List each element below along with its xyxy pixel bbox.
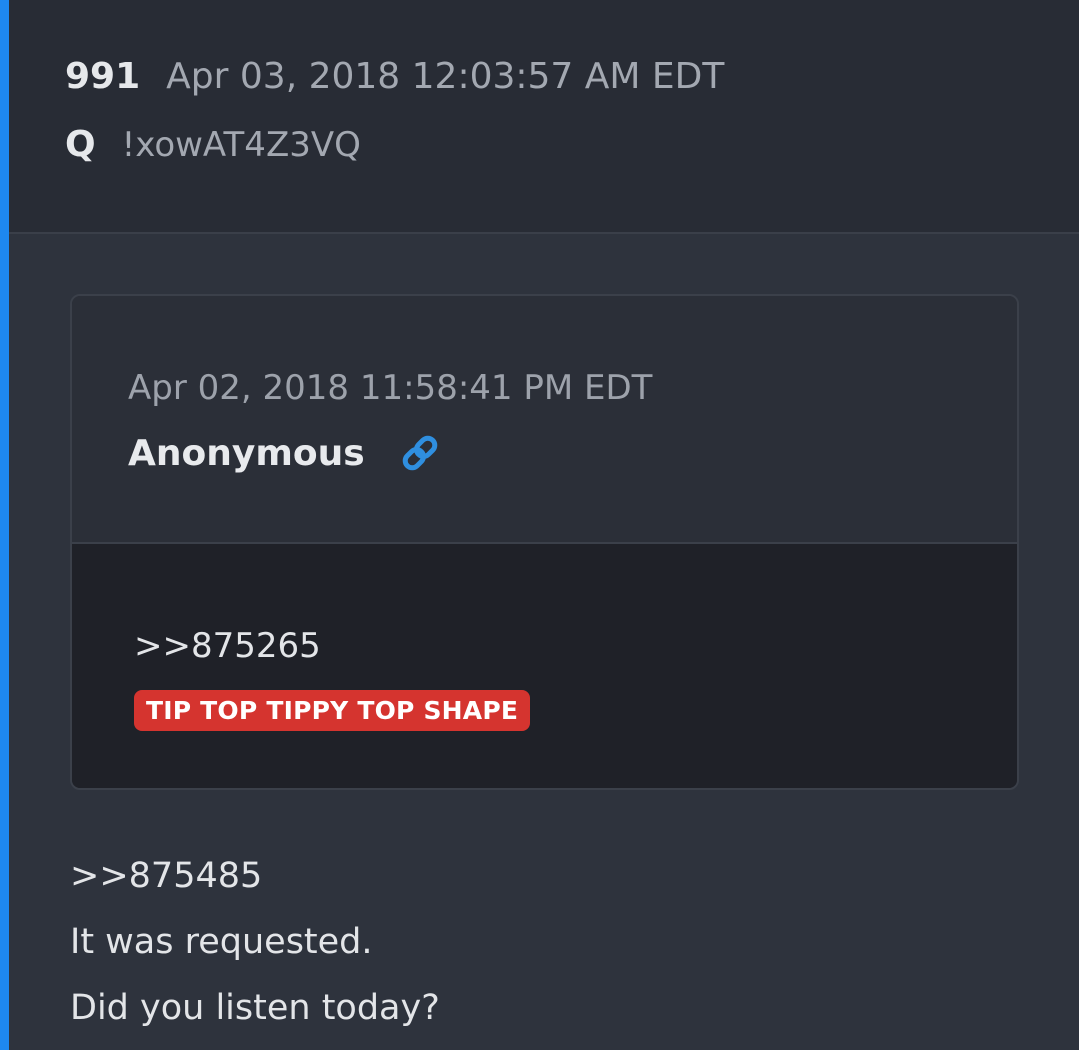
quoted-post-author: Anonymous [128, 432, 365, 474]
shout-badge: TIP TOP TIPPY TOP SHAPE [134, 690, 531, 731]
quoted-post-card: Apr 02, 2018 11:58:41 PM EDT Anonymous >… [70, 294, 1019, 790]
post-author: Q [65, 124, 96, 165]
post-tripcode: !xowAT4Z3VQ [121, 125, 361, 165]
post-number[interactable]: 991 [65, 56, 140, 97]
link-icon-svg [402, 435, 437, 471]
quoted-post-author-row: Anonymous [128, 432, 441, 474]
post-timestamp: Apr 03, 2018 12:03:57 AM EDT [166, 56, 725, 97]
link-icon[interactable] [399, 432, 441, 474]
post-accent-bar [0, 0, 9, 1050]
quoted-post-header: Apr 02, 2018 11:58:41 PM EDT Anonymous [72, 296, 1017, 544]
post-body-line: It was requested. [70, 922, 373, 962]
post-author-row: Q !xowAT4Z3VQ [65, 124, 361, 165]
quoted-post-reference-link[interactable]: >>875265 [134, 626, 321, 666]
post-header: 991 Apr 03, 2018 12:03:57 AM EDT Q !xowA… [9, 0, 1079, 234]
quoted-post-body: >>875265 TIP TOP TIPPY TOP SHAPE [72, 544, 1017, 788]
post-card: 991 Apr 03, 2018 12:03:57 AM EDT Q !xowA… [0, 0, 1079, 1050]
quoted-post-timestamp: Apr 02, 2018 11:58:41 PM EDT [128, 368, 653, 408]
post-reference-link[interactable]: >>875485 [70, 856, 262, 896]
post-body-line: Did you listen today? [70, 988, 440, 1028]
post-meta-row: 991 Apr 03, 2018 12:03:57 AM EDT [65, 56, 724, 97]
